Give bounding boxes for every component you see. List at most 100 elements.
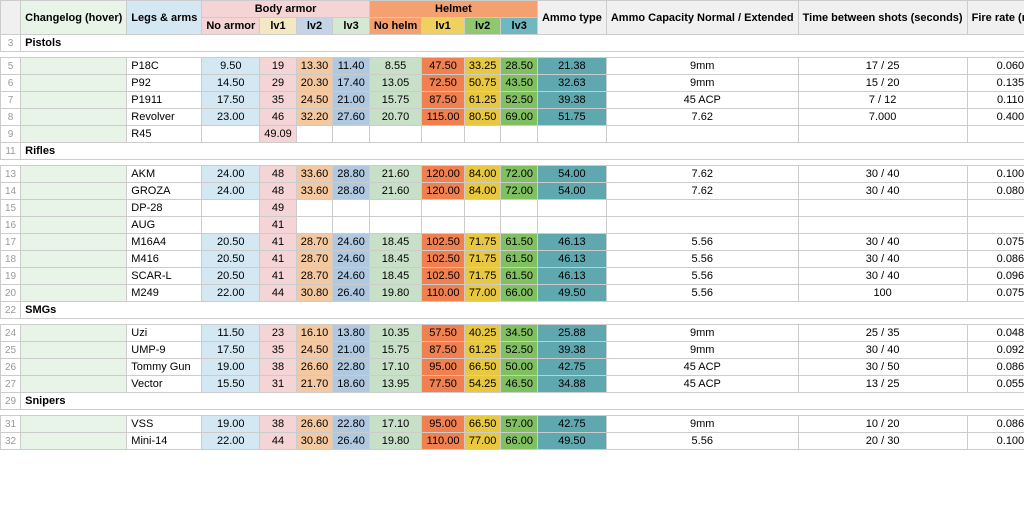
cell-no_armor: 49 — [260, 200, 297, 217]
cell-no_armor: 41 — [260, 234, 297, 251]
row-num: 25 — [1, 342, 21, 359]
cell-no_helm — [422, 126, 465, 143]
section-header-row: 3 Pistols — [1, 35, 1024, 52]
cell-legs: 22.00 — [202, 433, 260, 450]
row-num: 29 — [1, 393, 21, 410]
cell-hlv3: 49.50 — [537, 285, 606, 302]
cell-hlv1: 77.00 — [464, 433, 501, 450]
cell-hlv1 — [464, 126, 501, 143]
col-ammo-cap-header: Ammo Capacity Normal / Extended — [606, 1, 798, 35]
cell-lv1: 28.70 — [296, 251, 333, 268]
table-row: 24 Uzi 11.502316.1013.8010.3557.5040.253… — [1, 325, 1024, 342]
row-num: 15 — [1, 200, 21, 217]
row-num: 3 — [1, 35, 21, 52]
cell-legs — [202, 126, 260, 143]
cell-hlv2: 43.50 — [501, 75, 538, 92]
col-ammo-type-header: Ammo type — [537, 1, 606, 35]
weapon-name: P18C — [127, 58, 202, 75]
cell-legs: 17.50 — [202, 342, 260, 359]
changelog-cell — [21, 126, 127, 143]
cell-lv1: 24.50 — [296, 342, 333, 359]
cell-lv2: 26.40 — [333, 433, 370, 450]
cell-lv3: 8.55 — [369, 58, 421, 75]
cell-lv2: 18.60 — [333, 376, 370, 393]
col-fire-rate-header: Fire rate (rp/m) — [967, 1, 1024, 35]
cell-time-between: 0.048 — [967, 325, 1024, 342]
helmet-group: Helmet — [369, 1, 537, 18]
cell-lv2: 24.60 — [333, 234, 370, 251]
cell-lv2: 13.80 — [333, 325, 370, 342]
cell-lv2 — [333, 217, 370, 234]
cell-hlv2: 57.00 — [501, 416, 538, 433]
cell-no_armor: 19 — [260, 58, 297, 75]
cell-lv3: 15.75 — [369, 342, 421, 359]
cell-hlv1: 80.50 — [464, 109, 501, 126]
cell-hlv2 — [501, 126, 538, 143]
cell-lv1 — [296, 200, 333, 217]
weapon-name: P1911 — [127, 92, 202, 109]
cell-ammo-type: 5.56 — [606, 268, 798, 285]
cell-ammo-type: 9mm — [606, 325, 798, 342]
cell-ammo-cap — [798, 200, 967, 217]
col-time-header: Time between shots (seconds) — [798, 1, 967, 35]
weapon-name: GROZA — [127, 183, 202, 200]
cell-lv1: 30.80 — [296, 433, 333, 450]
row-num: 26 — [1, 359, 21, 376]
cell-ammo-cap: 10 / 20 — [798, 416, 967, 433]
changelog-cell — [21, 217, 127, 234]
changelog-cell — [21, 416, 127, 433]
row-num: 16 — [1, 217, 21, 234]
weapon-name: UMP-9 — [127, 342, 202, 359]
cell-hlv3: 46.13 — [537, 234, 606, 251]
cell-lv3: 18.45 — [369, 251, 421, 268]
cell-hlv3: 49.50 — [537, 433, 606, 450]
cell-no_helm: 47.50 — [422, 58, 465, 75]
cell-lv3: 18.45 — [369, 268, 421, 285]
cell-hlv2: 66.00 — [501, 285, 538, 302]
cell-ammo-type: 45 ACP — [606, 376, 798, 393]
changelog-cell — [21, 166, 127, 183]
row-num: 11 — [1, 143, 21, 160]
table-row: 6 P92 14.502920.3017.4013.0572.5050.7543… — [1, 75, 1024, 92]
cell-lv1: 16.10 — [296, 325, 333, 342]
cell-no_helm — [422, 217, 465, 234]
col-lv2-header: lv2 — [296, 18, 333, 35]
cell-ammo-type: 5.56 — [606, 234, 798, 251]
cell-lv1 — [296, 126, 333, 143]
cell-no_armor: 49.09 — [260, 126, 297, 143]
changelog-cell — [21, 109, 127, 126]
cell-lv1: 32.20 — [296, 109, 333, 126]
weapon-name: Mini-14 — [127, 433, 202, 450]
cell-lv2: 22.80 — [333, 359, 370, 376]
col-hlv2-header: lv2 — [464, 18, 501, 35]
cell-no_helm: 120.00 — [422, 183, 465, 200]
cell-lv3: 13.95 — [369, 376, 421, 393]
cell-no_armor: 35 — [260, 92, 297, 109]
body-armor-group: Body armor — [202, 1, 370, 18]
cell-no_helm: 120.00 — [422, 166, 465, 183]
cell-ammo-type — [606, 217, 798, 234]
row-num: 17 — [1, 234, 21, 251]
cell-ammo-cap: 100 — [798, 285, 967, 302]
cell-hlv2: 72.00 — [501, 183, 538, 200]
cell-no_helm: 110.00 — [422, 433, 465, 450]
cell-legs: 22.00 — [202, 285, 260, 302]
cell-no_helm: 95.00 — [422, 416, 465, 433]
cell-ammo-cap: 20 / 30 — [798, 433, 967, 450]
cell-no_armor: 23 — [260, 325, 297, 342]
table-row: 31 VSS 19.003826.6022.8017.1095.0066.505… — [1, 416, 1024, 433]
cell-hlv2: 72.00 — [501, 166, 538, 183]
cell-legs: 20.50 — [202, 234, 260, 251]
cell-time-between: 0.075 — [967, 234, 1024, 251]
changelog-cell — [21, 342, 127, 359]
cell-lv2: 24.60 — [333, 268, 370, 285]
cell-lv2: 24.60 — [333, 251, 370, 268]
cell-no_armor: 31 — [260, 376, 297, 393]
row-num: 19 — [1, 268, 21, 285]
table-row: 32 Mini-14 22.004430.8026.4019.80110.007… — [1, 433, 1024, 450]
cell-lv3: 21.60 — [369, 183, 421, 200]
cell-time-between — [967, 217, 1024, 234]
col-lv1-header: lv1 — [260, 18, 297, 35]
cell-hlv2: 52.50 — [501, 342, 538, 359]
weapon-name: AKM — [127, 166, 202, 183]
